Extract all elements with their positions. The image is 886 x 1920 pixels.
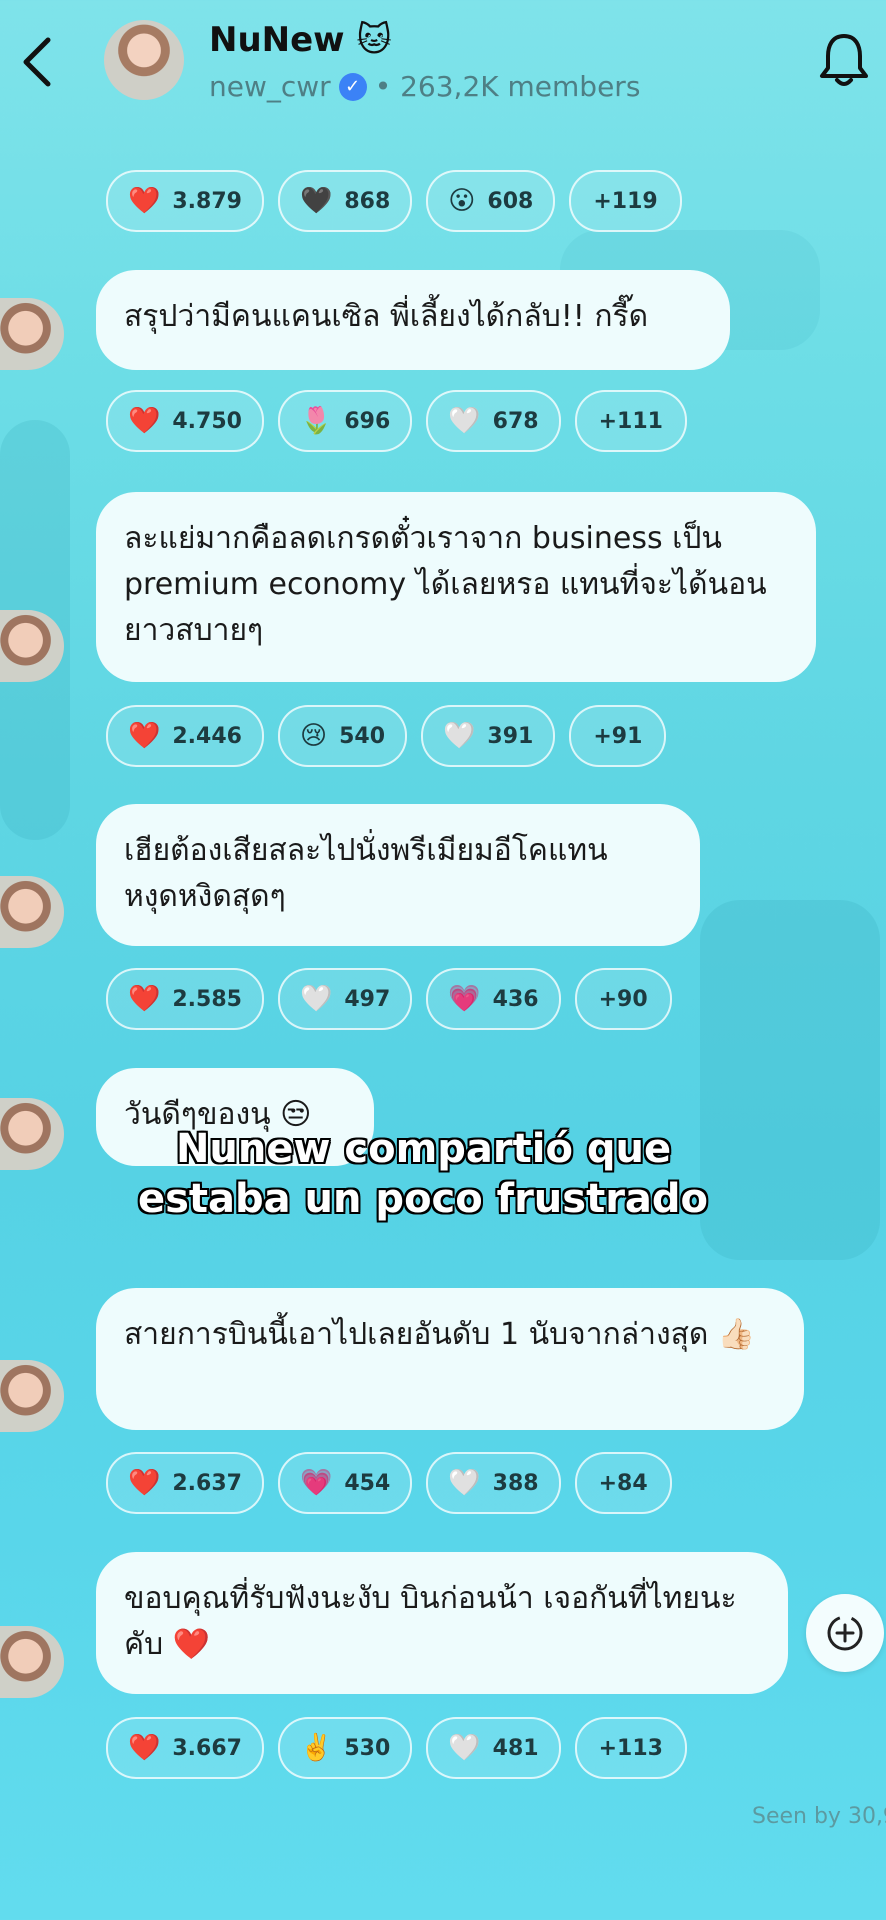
reaction-bar: ❤️ 3.879 🖤 868 😮 608 +119 (106, 170, 682, 232)
more-reactions[interactable]: +113 (574, 1717, 687, 1779)
reaction-pill[interactable]: 💗 436 (426, 968, 561, 1030)
message-bubble[interactable]: ละแย่มากคือลดเกรดตั๋วเราจาก business เป็… (96, 492, 816, 682)
caption-line: estaba un poco frustrado (137, 1176, 709, 1222)
message-bubble[interactable]: สายการบินนี้เอาไปเลยอันดับ 1 นับจากล่างส… (96, 1288, 804, 1430)
more-reactions[interactable]: +111 (574, 390, 687, 452)
reaction-bar: ❤️ 2.446 😢 540 🤍 391 +91 (106, 705, 667, 767)
more-reactions[interactable]: +91 (569, 705, 667, 767)
message-bubble[interactable]: ขอบคุณที่รับฟังนะงับ บินก่อนน้า เจอกันที… (96, 1552, 788, 1694)
reaction-pill[interactable]: 🤍 678 (426, 390, 561, 452)
reaction-pill[interactable]: 🖤 868 (277, 170, 413, 232)
more-reactions[interactable]: +119 (569, 170, 682, 232)
reaction-bar: ❤️ 4.750 🌷 696 🤍 678 +111 (106, 390, 687, 452)
reaction-bar: ❤️ 3.667 ✌️ 530 🤍 481 +113 (106, 1717, 687, 1779)
chevron-left-icon[interactable] (18, 32, 74, 96)
avatar[interactable] (0, 876, 64, 948)
seen-count: Seen by 30,9 (752, 1804, 886, 1829)
message-bubble[interactable]: เฮียต้องเสียสละไปนั่งพรีเมียมอีโคแทน หงุ… (96, 804, 700, 946)
video-caption: Nunew compartió que estaba un poco frust… (0, 1124, 886, 1224)
caption-line: Nunew compartió que (175, 1126, 672, 1172)
reaction-pill[interactable]: 🤍 391 (421, 705, 556, 767)
reaction-pill[interactable]: 🤍 497 (277, 968, 413, 1030)
member-count: • 263,2K members (374, 70, 641, 103)
reaction-pill[interactable]: ❤️ 2.446 (106, 705, 264, 767)
channel-title: NuNew 🐱 (209, 20, 392, 60)
reaction-pill[interactable]: ✌️ 530 (277, 1717, 413, 1779)
reaction-pill[interactable]: 💗 454 (277, 1452, 413, 1514)
avatar[interactable] (0, 1626, 64, 1698)
add-reaction-icon (827, 1615, 863, 1651)
more-reactions[interactable]: +84 (574, 1452, 672, 1514)
reaction-pill[interactable]: ❤️ 2.637 (106, 1452, 264, 1514)
reaction-pill[interactable]: 🤍 481 (426, 1717, 561, 1779)
reaction-pill[interactable]: 😮 608 (426, 170, 556, 232)
message-bubble[interactable]: สรุปว่ามีคนแคนเซิล พี่เลี้ยงได้กลับ!! กร… (96, 270, 730, 370)
bell-icon[interactable] (818, 30, 870, 90)
reaction-pill[interactable]: ❤️ 3.879 (106, 170, 264, 232)
channel-subtitle: new_cwr ✓ • 263,2K members (209, 70, 640, 103)
verified-badge-icon: ✓ (338, 72, 367, 101)
reaction-pill[interactable]: ❤️ 4.750 (106, 390, 264, 452)
avatar[interactable] (0, 1360, 64, 1432)
reaction-pill[interactable]: ❤️ 3.667 (106, 1717, 264, 1779)
reaction-bar: ❤️ 2.637 💗 454 🤍 388 +84 (106, 1452, 672, 1514)
reaction-pill[interactable]: ❤️ 2.585 (106, 968, 264, 1030)
reaction-bar: ❤️ 2.585 🤍 497 💗 436 +90 (106, 968, 672, 1030)
reaction-pill[interactable]: 🌷 696 (277, 390, 413, 452)
more-reactions[interactable]: +90 (574, 968, 672, 1030)
channel-handle: new_cwr (209, 70, 331, 103)
reaction-pill[interactable]: 🤍 388 (426, 1452, 561, 1514)
avatar[interactable] (0, 298, 64, 370)
add-reaction-button[interactable] (806, 1594, 884, 1672)
reaction-pill[interactable]: 😢 540 (277, 705, 408, 767)
chat-header: NuNew 🐱 new_cwr ✓ • 263,2K members (0, 0, 886, 170)
avatar[interactable] (104, 20, 184, 100)
